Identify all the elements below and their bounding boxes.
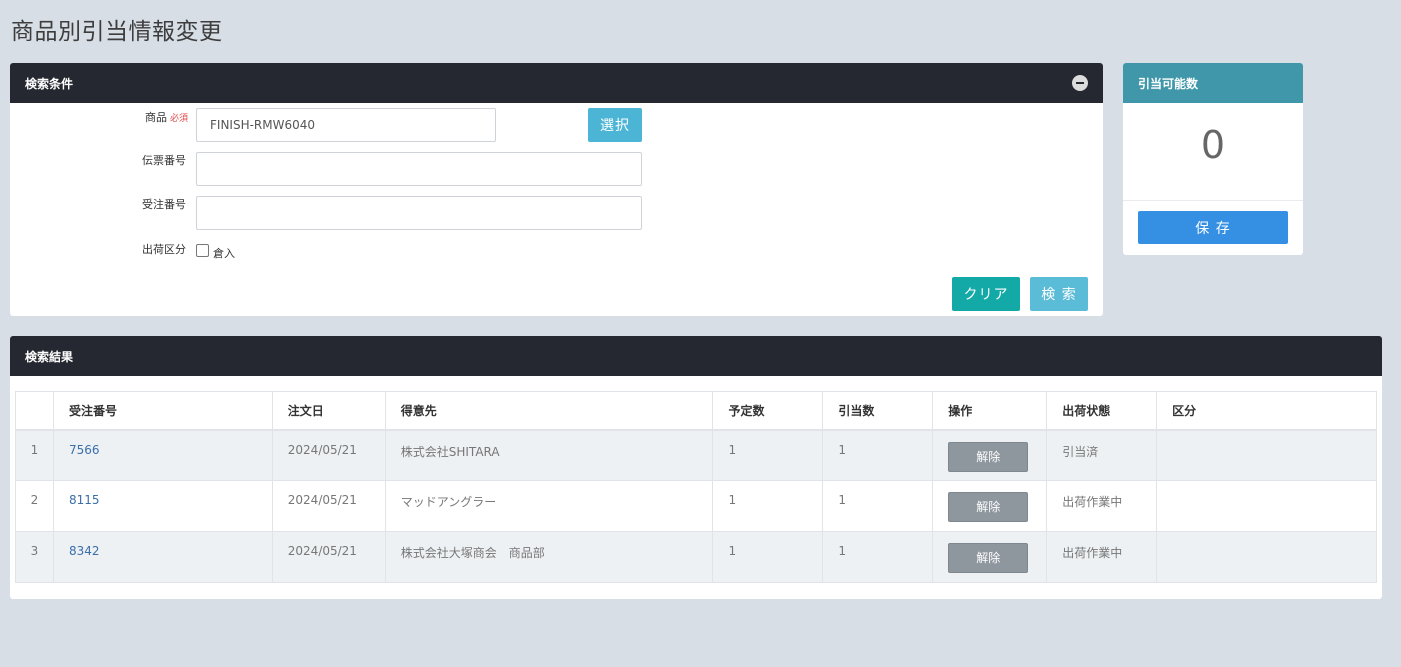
allocatable-panel: 引当可能数 0 保 存 [1123,63,1303,255]
column-header-order-no[interactable]: 受注番号 [52,391,273,431]
column-header-customer[interactable]: 得意先 [384,391,714,431]
table-row: 1 7566 2024/05/21 株式会社SHITARA 1 1 解除 引当済 [15,429,1377,481]
search-button[interactable]: 検 索 [1030,277,1088,311]
column-header-date[interactable]: 注文日 [271,391,386,431]
order-number-cell: 8342 [52,531,273,583]
clear-button[interactable]: クリア [952,277,1020,311]
warehouse-in-checkbox[interactable] [196,244,209,257]
category-cell [1156,480,1377,532]
slip-number-label: 伝票番号 [142,154,186,167]
order-number-link[interactable]: 7566 [69,443,100,457]
product-label: 商品 必須 [116,109,188,125]
allocatable-header: 引当可能数 [1123,63,1303,103]
order-date-cell: 2024/05/21 [271,531,386,583]
search-conditions-header: 検索条件 [10,63,1103,103]
search-results-title: 検索結果 [25,349,74,364]
action-cell: 解除 [932,531,1048,583]
column-header-allocated[interactable]: 引当数 [822,391,934,431]
results-table: 受注番号 注文日 得意先 予定数 引当数 操作 出荷状態 区分 1 7566 2… [15,391,1377,583]
select-product-button[interactable]: 選択 [588,108,642,142]
search-conditions-title: 検索条件 [25,76,74,91]
category-cell [1156,531,1377,583]
search-results-header: 検索結果 [10,336,1382,376]
customer-cell: 株式会社大塚商会 商品部 [384,531,714,583]
save-button[interactable]: 保 存 [1138,211,1288,244]
product-label-text: 商品 [144,111,167,124]
customer-cell: 株式会社SHITARA [384,429,714,481]
divider [1123,200,1303,201]
allocated-qty-cell: 1 [822,429,934,481]
action-cell: 解除 [932,429,1048,481]
order-number-cell: 7566 [52,429,273,481]
order-date-cell: 2024/05/21 [271,480,386,532]
ship-type-label: 出荷区分 [142,243,186,256]
release-button[interactable]: 解除 [948,492,1029,522]
order-number-link[interactable]: 8115 [69,493,100,507]
planned-qty-cell: 1 [712,531,824,583]
release-button[interactable]: 解除 [948,543,1029,573]
table-header-row: 受注番号 注文日 得意先 予定数 引当数 操作 出荷状態 区分 [15,391,1377,431]
row-index: 3 [15,531,54,583]
collapse-minus-icon[interactable] [1072,75,1088,91]
allocated-qty-cell: 1 [822,531,934,583]
table-row: 3 8342 2024/05/21 株式会社大塚商会 商品部 1 1 解除 出荷… [15,531,1377,583]
search-results-panel: 検索結果 受注番号 注文日 得意先 予定数 引当数 操作 出荷状態 区分 1 7… [10,336,1382,599]
row-index: 2 [15,480,54,532]
column-header-action: 操作 [932,391,1048,431]
allocated-qty-cell: 1 [822,480,934,532]
planned-qty-cell: 1 [712,429,824,481]
required-mark: 必須 [169,114,188,124]
planned-qty-cell: 1 [712,480,824,532]
search-conditions-panel: 検索条件 商品必須 選択 伝票番号 受注番号 出荷区分 倉入 クリア 検 索 [10,63,1103,316]
action-cell: 解除 [932,480,1048,532]
allocatable-title: 引当可能数 [1138,76,1199,91]
row-index: 1 [15,429,54,481]
column-header-index [15,391,54,431]
customer-cell: マッドアングラー [384,480,714,532]
product-input[interactable] [196,108,496,142]
ship-status-cell: 出荷作業中 [1046,531,1158,583]
release-button[interactable]: 解除 [948,441,1029,472]
column-header-status[interactable]: 出荷状態 [1046,391,1158,431]
order-date-cell: 2024/05/21 [271,429,386,481]
warehouse-in-label: 倉入 [213,247,235,260]
slip-number-input[interactable] [196,152,642,186]
order-number-label: 受注番号 [142,198,186,211]
order-number-cell: 8115 [52,480,273,532]
allocatable-value: 0 [1200,123,1226,167]
column-header-planned[interactable]: 予定数 [712,391,824,431]
column-header-category[interactable]: 区分 [1156,391,1377,431]
ship-status-cell: 引当済 [1046,429,1158,481]
ship-status-cell: 出荷作業中 [1046,480,1158,532]
category-cell [1156,429,1377,481]
table-row: 2 8115 2024/05/21 マッドアングラー 1 1 解除 出荷作業中 [15,480,1377,532]
order-number-link[interactable]: 8342 [69,544,100,558]
order-number-input[interactable] [196,196,642,230]
page-title: 商品別引当情報変更 [11,19,223,45]
